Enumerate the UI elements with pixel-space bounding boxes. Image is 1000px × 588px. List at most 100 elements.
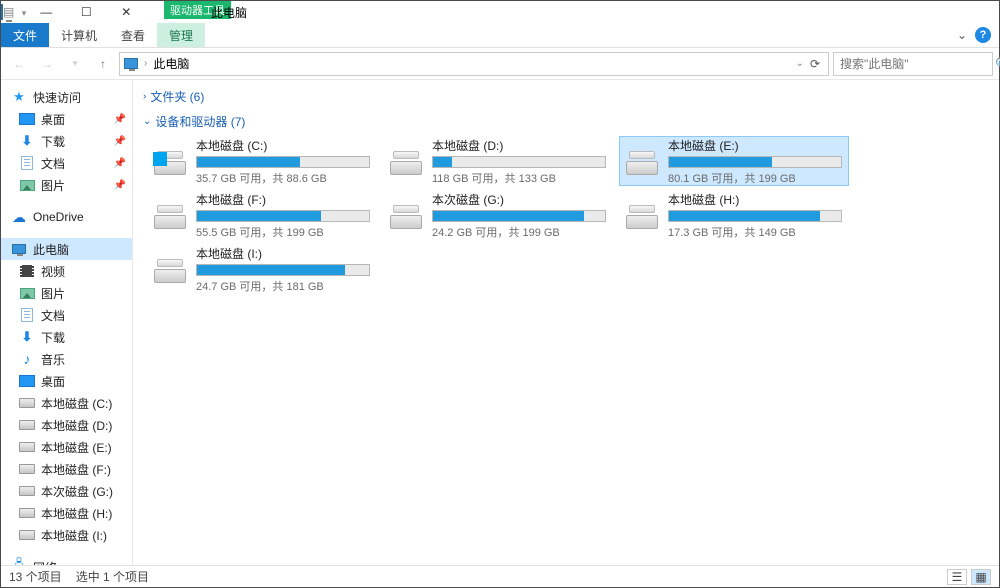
sidebar-network[interactable]: 🖧 网络 (1, 556, 132, 565)
drive-item[interactable]: 本地磁盘 (I:)24.7 GB 可用，共 181 GB (147, 244, 377, 294)
disk-icon (19, 483, 35, 499)
sidebar-item[interactable]: 桌面 📌 (1, 108, 132, 130)
search-input[interactable] (840, 57, 995, 71)
group-drives[interactable]: ⌄ 设备和驱动器 (7) (137, 109, 991, 134)
sidebar-item[interactable]: 本次磁盘 (G:) (1, 480, 132, 502)
nav-recent-button[interactable]: ▾ (63, 52, 87, 76)
address-dropdown-icon[interactable]: ⌄ (796, 58, 804, 69)
sidebar-item[interactable]: 本地磁盘 (H:) (1, 502, 132, 524)
minimize-button[interactable]: — (26, 1, 66, 23)
nav-up-button[interactable]: ↑ (91, 52, 115, 76)
drive-usage-bar (668, 156, 842, 168)
drive-icon (626, 147, 658, 175)
sidebar-item[interactable]: 文档 (1, 304, 132, 326)
sidebar-item[interactable]: 本地磁盘 (I:) (1, 524, 132, 546)
sidebar-item[interactable]: 本地磁盘 (D:) (1, 414, 132, 436)
search-box[interactable]: 🔍 (833, 52, 993, 76)
view-details-button[interactable]: ☰ (947, 569, 967, 585)
sidebar-item-label: 本地磁盘 (E:) (41, 439, 112, 456)
sidebar-item[interactable]: 本地磁盘 (F:) (1, 458, 132, 480)
sidebar-item[interactable]: ⬇下载 (1, 326, 132, 348)
drive-info: 本地磁盘 (D:)118 GB 可用，共 133 GB (432, 137, 606, 186)
drive-icon (626, 201, 658, 229)
drive-name: 本地磁盘 (H:) (668, 191, 842, 208)
music-icon: ♪ (19, 351, 35, 367)
help-icon[interactable]: ? (975, 27, 991, 43)
tab-file[interactable]: 文件 (1, 23, 49, 47)
sidebar-item-label: 下载 (41, 329, 65, 346)
disk-icon (19, 439, 35, 455)
quick-access-toolbar: ▤ ▾ (1, 5, 26, 19)
drive-subtext: 35.7 GB 可用，共 88.6 GB (196, 170, 370, 186)
qat-item[interactable]: ▤ (3, 5, 14, 19)
drive-subtext: 24.2 GB 可用，共 199 GB (432, 224, 606, 240)
address-box[interactable]: › 此电脑 ⌄ ⟳ (119, 52, 829, 76)
drive-item[interactable]: 本地磁盘 (F:)55.5 GB 可用，共 199 GB (147, 190, 377, 240)
drive-subtext: 55.5 GB 可用，共 199 GB (196, 224, 370, 240)
sidebar-onedrive[interactable]: ☁ OneDrive (1, 206, 132, 228)
search-icon[interactable]: 🔍 (995, 57, 1000, 71)
nav-forward-button[interactable]: → (35, 52, 59, 76)
drive-subtext: 80.1 GB 可用，共 199 GB (668, 170, 842, 186)
sidebar-item[interactable]: 桌面 (1, 370, 132, 392)
sidebar-item-label: 文档 (41, 307, 65, 324)
drive-usage-bar (196, 156, 370, 168)
drive-icon (154, 255, 186, 283)
sidebar-item[interactable]: 本地磁盘 (C:) (1, 392, 132, 414)
drive-info: 本地磁盘 (E:) 80.1 GB 可用，共 199 GB (668, 137, 842, 186)
sidebar-item-label: 本地磁盘 (C:) (41, 395, 112, 412)
drive-item[interactable]: 本次磁盘 (G:)24.2 GB 可用，共 199 GB (383, 190, 613, 240)
sidebar-item-label: 文档 (41, 155, 65, 172)
film-icon (19, 263, 35, 279)
maximize-button[interactable]: ☐ (66, 1, 106, 23)
sidebar-item[interactable]: 文档📌 (1, 152, 132, 174)
drive-item[interactable]: 本地磁盘 (E:) 80.1 GB 可用，共 199 GB (619, 136, 849, 186)
chevron-right-icon[interactable]: › (144, 58, 147, 69)
doc-icon (19, 155, 35, 171)
pic-icon (19, 285, 35, 301)
desktop-icon (19, 111, 35, 127)
doc-icon (19, 307, 35, 323)
sidebar-quick-access[interactable]: ★ 快速访问 (1, 86, 132, 108)
pin-icon: 📌 (114, 136, 126, 147)
sidebar-label: 此电脑 (33, 241, 69, 258)
close-button[interactable]: ✕ (106, 1, 146, 23)
sidebar-item[interactable]: ♪ 音乐 (1, 348, 132, 370)
view-tiles-button[interactable]: ▦ (971, 569, 991, 585)
sidebar-item[interactable]: 图片 (1, 282, 132, 304)
drive-name: 本地磁盘 (C:) (196, 137, 370, 154)
tab-computer[interactable]: 计算机 (49, 23, 109, 47)
sidebar-item[interactable]: ⬇下载📌 (1, 130, 132, 152)
cloud-icon: ☁ (11, 209, 27, 225)
content-pane: › 文件夹 (6) ⌄ 设备和驱动器 (7) 本地磁盘 (C:) 35.7 GB … (133, 80, 999, 565)
sidebar-item-label: 音乐 (41, 351, 65, 368)
pic-icon (19, 177, 35, 193)
sidebar-item[interactable]: 视频 (1, 260, 132, 282)
drive-usage-bar (668, 210, 842, 222)
disk-icon (19, 461, 35, 477)
sidebar-item-label: 图片 (41, 285, 65, 302)
sidebar-label: 快速访问 (33, 89, 81, 106)
tab-manage[interactable]: 管理 (157, 23, 205, 47)
drive-item[interactable]: 本地磁盘 (C:) 35.7 GB 可用，共 88.6 GB (147, 136, 377, 186)
refresh-button[interactable]: ⟳ (806, 57, 824, 71)
breadcrumb-item[interactable]: 此电脑 (153, 55, 189, 72)
sidebar-item-label: 桌面 (41, 111, 65, 128)
ribbon-expand-icon[interactable]: ⌄ (957, 28, 967, 42)
pin-icon: 📌 (114, 114, 126, 125)
sidebar-this-pc[interactable]: 此电脑 (1, 238, 132, 260)
group-folders[interactable]: › 文件夹 (6) (137, 84, 991, 109)
tab-view[interactable]: 查看 (109, 23, 157, 47)
location-icon (124, 58, 138, 69)
nav-back-button[interactable]: ← (7, 52, 31, 76)
disk-icon (19, 505, 35, 521)
sidebar-item[interactable]: 图片📌 (1, 174, 132, 196)
drive-item[interactable]: 本地磁盘 (H:)17.3 GB 可用，共 149 GB (619, 190, 849, 240)
app-icon (1, 4, 3, 20)
sidebar-label: OneDrive (33, 210, 84, 224)
drive-item[interactable]: 本地磁盘 (D:)118 GB 可用，共 133 GB (383, 136, 613, 186)
drive-usage-bar (432, 210, 606, 222)
drive-name: 本地磁盘 (E:) (668, 137, 842, 154)
desktop-icon (19, 373, 35, 389)
sidebar-item[interactable]: 本地磁盘 (E:) (1, 436, 132, 458)
